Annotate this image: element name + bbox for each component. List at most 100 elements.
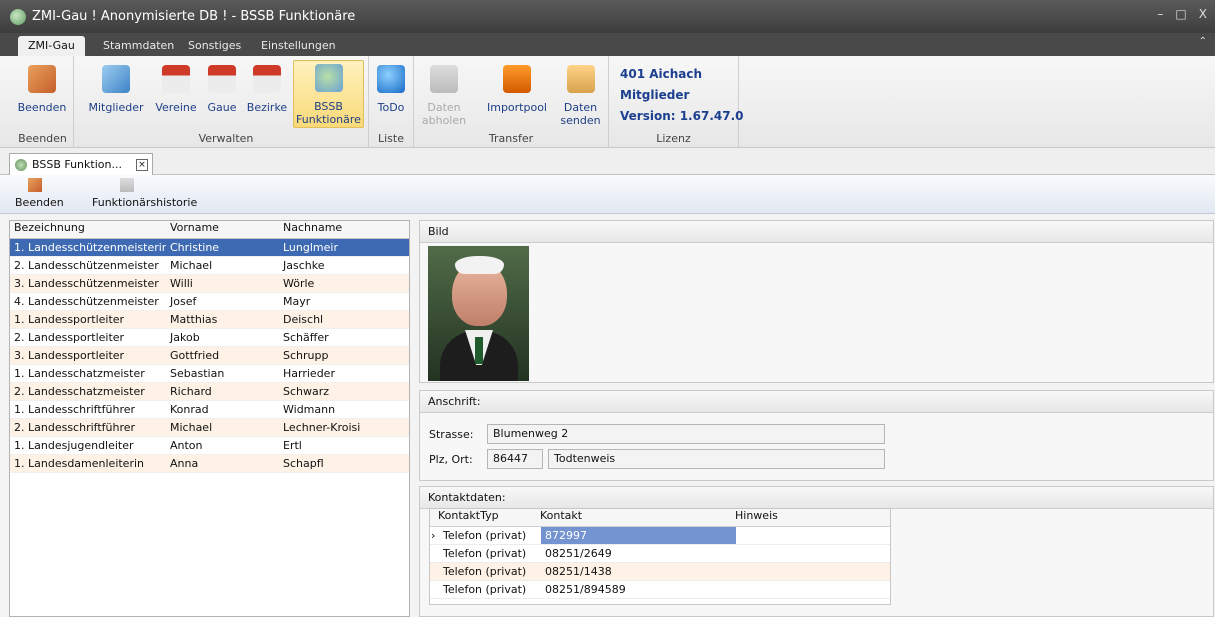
contact-table: KontaktTyp Kontakt Hinweis › Telefon (pri… [429, 508, 891, 605]
table-cell: Konrad [170, 403, 209, 416]
ribbon-group-label: Lizenz [656, 132, 691, 145]
contact-row[interactable]: › Telefon (privat) 872997 [430, 527, 890, 545]
document-icon [120, 178, 134, 192]
ribbon-daten-senden-button[interactable]: Daten senden [558, 62, 603, 127]
table-row[interactable]: 1. Landesschatzmeister Sebastian Harrieder [10, 365, 409, 383]
table-cell: Willi [170, 277, 193, 290]
ribbon-todo-button[interactable]: ToDo [373, 62, 409, 114]
ort-field[interactable]: Todtenweis [548, 449, 885, 469]
g-house-icon [208, 65, 236, 93]
table-row[interactable]: 1. Landesschriftführer Konrad Widmann [10, 401, 409, 419]
ribbon-tab-stammdaten[interactable]: Stammdaten [93, 36, 184, 56]
table-cell: 1. Landessportleiter [14, 313, 125, 326]
ribbon-mitglieder-button[interactable]: Mitglieder [86, 62, 146, 114]
kontakt-section: Kontaktdaten: KontaktTyp Kontakt Hinweis… [419, 486, 1214, 617]
anschrift-section: Anschrift: Strasse: Blumenweg 2 Plz, Ort… [419, 390, 1214, 481]
contact-row[interactable]: Telefon (privat) 08251/894589 [430, 581, 890, 599]
ribbon-beenden-button[interactable]: Beenden [16, 62, 68, 114]
contact-cell: Telefon (privat) [443, 565, 527, 578]
close-button[interactable]: X [1199, 7, 1207, 21]
column-kontakt[interactable]: Kontakt [536, 509, 731, 526]
plz-ort-label: Plz, Ort: [429, 453, 473, 466]
b-house-icon [253, 65, 281, 93]
table-cell: 3. Landesschützenmeister [14, 277, 159, 290]
table-cell: 1. Landesschatzmeister [14, 367, 145, 380]
ribbon-bssb-funktionaere-button[interactable]: BSSB Funktionäre [293, 60, 364, 128]
plz-field[interactable]: 86447 [487, 449, 543, 469]
ribbon-tab-einstellungen[interactable]: Einstellungen [251, 36, 346, 56]
ribbon-group-label: Verwalten [198, 132, 254, 145]
ribbon-bezirke-button[interactable]: Bezirke [245, 62, 289, 114]
column-kontakttyp[interactable]: KontaktTyp [434, 509, 536, 526]
ribbon-vereine-button[interactable]: Vereine [154, 62, 198, 114]
table-row[interactable]: 1. Landesjugendleiter Anton Ertl [10, 437, 409, 455]
close-tab-icon[interactable]: × [136, 158, 148, 171]
column-vorname[interactable]: Vorname [166, 221, 279, 238]
table-cell: Christine [170, 241, 220, 254]
todo-icon [377, 65, 405, 93]
table-cell: Jaschke [283, 259, 325, 272]
table-row[interactable]: 2. Landesschriftführer Michael Lechner-Kro… [10, 419, 409, 437]
contact-row[interactable]: Telefon (privat) 08251/1438 [430, 563, 890, 581]
ribbon-tabs: ZMI-Gau Stammdaten Sonstiges Einstellung… [0, 33, 1215, 56]
table-row[interactable]: 3. Landessportleiter Gottfried Schrupp [10, 347, 409, 365]
ribbon-group-label: Liste [378, 132, 404, 145]
table-cell: Schäffer [283, 331, 329, 344]
table-row[interactable]: 1. Landessportleiter Matthias Deischl [10, 311, 409, 329]
table-row[interactable]: 3. Landesschützenmeister Willi Wörle [10, 275, 409, 293]
document-tab-label: BSSB Funktion... [32, 158, 122, 171]
home-icon [28, 178, 42, 192]
table-row[interactable]: 2. Landesschützenmeister Michael Jaschke [10, 257, 409, 275]
column-hinweis[interactable]: Hinweis [731, 509, 882, 526]
table-cell: Richard [170, 385, 212, 398]
table-cell: Sebastian [170, 367, 225, 380]
license-info: 401 Aichach Mitglieder Version: 1.67.47.… [620, 64, 743, 127]
members-icon [102, 65, 130, 93]
table-row[interactable]: 1. Landesdamenleiterin Anna Schapfl [10, 455, 409, 473]
row-indicator-icon [430, 545, 439, 562]
table-row[interactable]: 2. Landessportleiter Jakob Schäffer [10, 329, 409, 347]
anschrift-header: Anschrift: [420, 391, 1213, 413]
ribbon: Beenden Beenden Mitglieder Vereine Gaue … [0, 56, 1215, 148]
column-bezeichnung[interactable]: Bezeichnung [10, 221, 166, 238]
kontakt-header: Kontaktdaten: [420, 487, 1213, 509]
table-cell: Ertl [283, 439, 302, 452]
contact-cell [736, 563, 887, 580]
contact-cell: 08251/2649 [545, 547, 612, 560]
contact-row[interactable]: Telefon (privat) 08251/2649 [430, 545, 890, 563]
row-indicator-icon [430, 563, 439, 580]
column-nachname[interactable]: Nachname [279, 221, 396, 238]
table-cell: Michael [170, 259, 213, 272]
toolbar: Beenden Funktionärshistorie [0, 175, 1215, 214]
table-row[interactable]: 4. Landesschützenmeister Josef Mayr [10, 293, 409, 311]
toolbar-history-button[interactable]: Funktionärshistorie [92, 178, 197, 209]
ribbon-tab-zmi-gau[interactable]: ZMI-Gau [18, 36, 85, 56]
toolbar-beenden-button[interactable]: Beenden [15, 178, 64, 209]
table-cell: Josef [170, 295, 197, 308]
minimize-button[interactable]: – [1157, 7, 1163, 21]
table-cell: Schrupp [283, 349, 329, 362]
maximize-button[interactable]: □ [1175, 7, 1186, 21]
ribbon-gaue-button[interactable]: Gaue [203, 62, 241, 114]
table-row[interactable]: 1. Landesschützenmeisterin Christine Lungl… [10, 239, 409, 257]
table-cell: Anton [170, 439, 203, 452]
app-window: ZMI-Gau ! Anonymisierte DB ! - BSSB Funk… [0, 0, 1215, 617]
license-line: Version: 1.67.47.0 [620, 109, 744, 123]
ribbon-collapse-icon[interactable]: ⌃ [1199, 36, 1207, 47]
strasse-field[interactable]: Blumenweg 2 [487, 424, 885, 444]
contact-cell [736, 545, 887, 562]
ribbon-daten-abholen-button[interactable]: Daten abholen [420, 62, 468, 127]
contact-cell [736, 581, 887, 598]
table-cell: Schapfl [283, 457, 324, 470]
ribbon-group-verwalten: Mitglieder Vereine Gaue Bezirke BSSB Fun… [84, 56, 369, 148]
table-cell: 1. Landesjugendleiter [14, 439, 134, 452]
document-tab-bssb[interactable]: BSSB Funktion... × [9, 153, 153, 175]
contact-cell: 08251/1438 [545, 565, 612, 578]
table-row[interactable]: 2. Landesschatzmeister Richard Schwarz [10, 383, 409, 401]
download-box-icon [430, 65, 458, 93]
table-cell: Mayr [283, 295, 311, 308]
ribbon-tab-sonstiges[interactable]: Sonstiges [178, 36, 251, 56]
table-cell: 1. Landesschützenmeisterin [14, 241, 166, 254]
contact-cell: 08251/894589 [545, 583, 626, 596]
ribbon-importpool-button[interactable]: Importpool [485, 62, 549, 114]
